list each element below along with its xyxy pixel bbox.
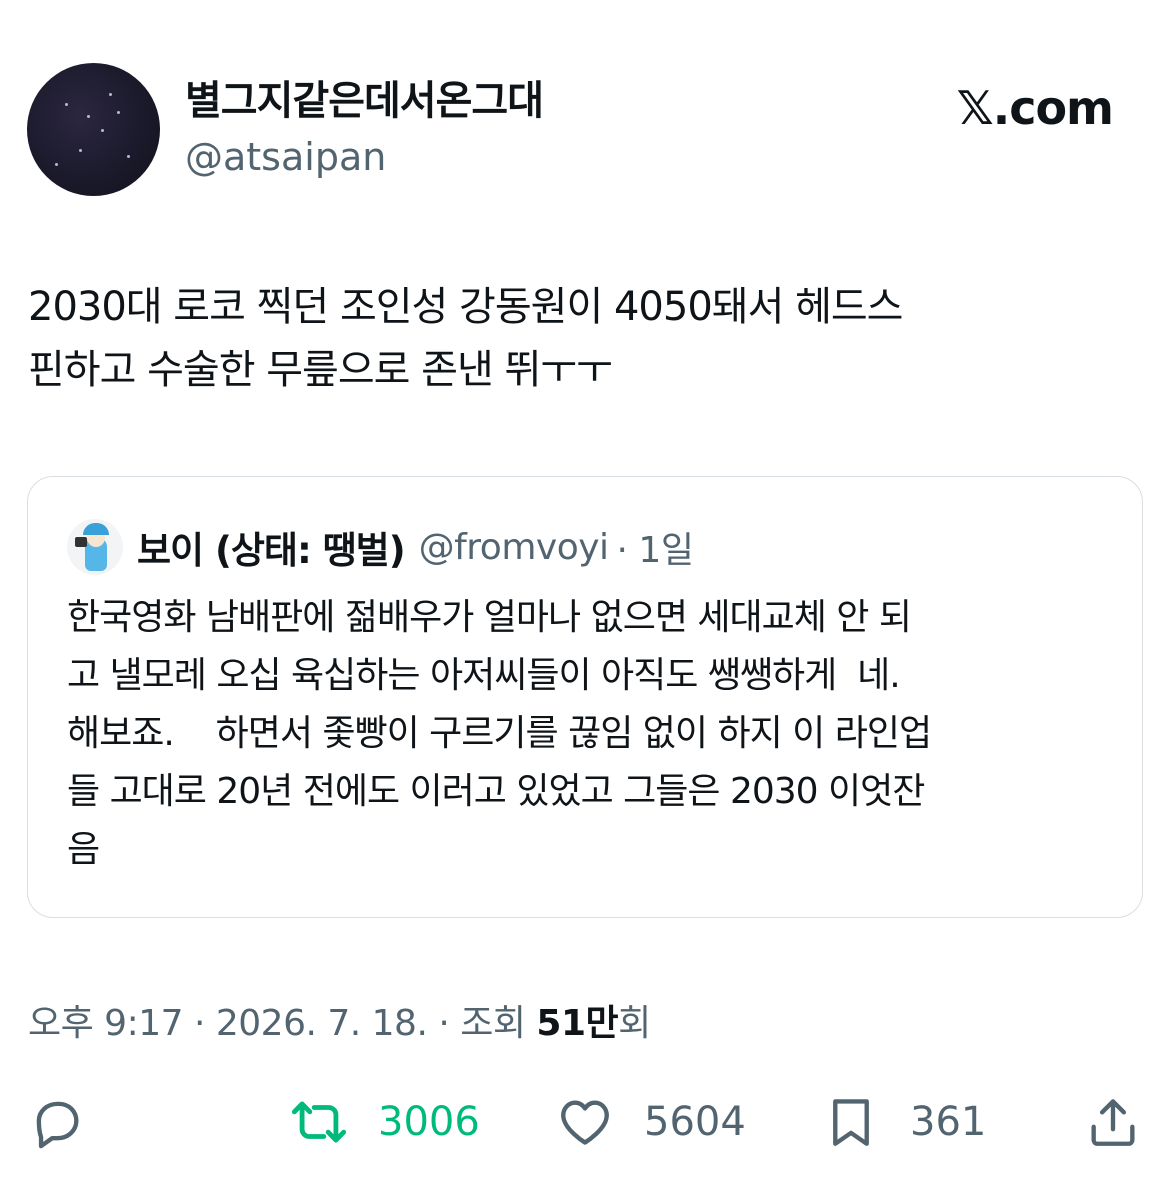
- heart-icon: [561, 1100, 609, 1145]
- tweet-header: 별그지같은데서온그대 @atsaipan 𝕏.com: [27, 63, 1143, 197]
- quote-handle[interactable]: @fromvoyi: [419, 527, 609, 568]
- x-logo: 𝕏.com: [956, 81, 1114, 135]
- like-button[interactable]: 5604: [556, 1090, 746, 1154]
- view-suffix: 회: [618, 1003, 651, 1044]
- quote-header: 보이 (상태: 땡벌) @fromvoyi · 1일: [67, 519, 694, 575]
- view-count: 51만: [536, 1003, 619, 1044]
- share-icon: [1091, 1099, 1135, 1146]
- author-display-name[interactable]: 별그지같은데서온그대: [185, 77, 544, 125]
- quote-text: 한국영화 남배판에 젊배우가 얼마나 없으면 세대교체 안 되 고 낼모레 오십…: [67, 597, 932, 870]
- retweet-button[interactable]: 3006: [290, 1090, 480, 1154]
- author-names: 별그지같은데서온그대 @atsaipan: [185, 77, 544, 181]
- reply-icon: [36, 1101, 79, 1149]
- quote-display-name[interactable]: 보이 (상태: 땡벌): [137, 520, 406, 574]
- quoted-tweet[interactable]: 보이 (상태: 땡벌) @fromvoyi · 1일 한국영화 남배판에 젊배우…: [27, 476, 1143, 918]
- author-handle[interactable]: @atsaipan: [185, 133, 543, 181]
- like-count: 5604: [644, 1099, 746, 1145]
- tweet-timestamp[interactable]: 오후 9:17 · 2026. 7. 18. · 조회: [28, 1003, 536, 1044]
- quote-avatar[interactable]: [67, 519, 123, 575]
- action-bar: 3006 5604 361: [0, 1090, 1170, 1154]
- share-button[interactable]: [1084, 1090, 1142, 1154]
- tweet-text: 2030대 로코 찍던 조인성 강동원이 4050돼서 헤드스 핀하고 수술한 …: [28, 284, 903, 393]
- quote-time: · 1일: [616, 530, 694, 571]
- author-avatar[interactable]: [27, 63, 160, 196]
- bookmark-count: 361: [910, 1099, 987, 1145]
- reply-button[interactable]: [28, 1090, 86, 1154]
- retweet-count: 3006: [378, 1099, 480, 1145]
- bookmark-button[interactable]: 361: [822, 1090, 986, 1154]
- bookmark-icon: [833, 1099, 869, 1146]
- retweet-icon: [291, 1101, 347, 1143]
- tweet-meta: 오후 9:17 · 2026. 7. 18. · 조회 51만회: [28, 994, 651, 1046]
